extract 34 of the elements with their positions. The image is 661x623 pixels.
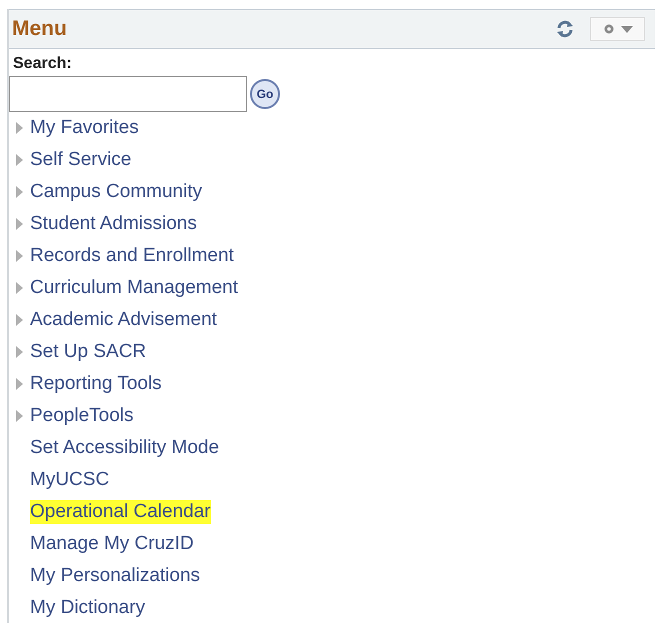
expand-arrow-icon[interactable]	[16, 218, 23, 230]
menu-link[interactable]: My Favorites	[30, 116, 139, 140]
expand-arrow-icon[interactable]	[16, 186, 23, 198]
expand-arrow-icon[interactable]	[16, 346, 23, 358]
expand-arrow-icon[interactable]	[16, 122, 23, 134]
menu-link[interactable]: Reporting Tools	[30, 372, 162, 396]
expand-arrow-icon[interactable]	[16, 282, 23, 294]
settings-button[interactable]	[590, 17, 645, 41]
menu-link[interactable]: Student Admissions	[30, 212, 197, 236]
gear-icon	[602, 23, 614, 35]
expand-arrow-icon[interactable]	[16, 378, 23, 390]
menu-link[interactable]: Set Accessibility Mode	[30, 436, 220, 460]
menu-link[interactable]: Manage My CruzID	[30, 532, 194, 556]
search-label: Search:	[13, 54, 73, 74]
menu-link[interactable]: Academic Advisement	[30, 308, 217, 332]
menu-link[interactable]: My Dictionary	[30, 596, 146, 620]
menu-link[interactable]: My Personalizations	[30, 564, 200, 588]
menu-link[interactable]: Operational Calendar	[30, 500, 211, 524]
expand-arrow-icon[interactable]	[16, 314, 23, 326]
expand-arrow-icon[interactable]	[16, 410, 23, 422]
menu-link[interactable]: MyUCSC	[30, 468, 110, 492]
panel-title: Menu	[12, 16, 67, 42]
menu-link[interactable]: Records and Enrollment	[30, 244, 234, 268]
menu-link[interactable]: Self Service	[30, 148, 132, 172]
go-button[interactable]: Go	[250, 79, 280, 109]
expand-arrow-icon[interactable]	[16, 154, 23, 166]
menu-link[interactable]: Set Up SACR	[30, 340, 146, 364]
menu-link[interactable]: Campus Community	[30, 180, 202, 204]
menu-link[interactable]: PeopleTools	[30, 404, 134, 428]
expand-arrow-icon[interactable]	[16, 250, 23, 262]
search-field[interactable]	[9, 76, 247, 112]
menu-link[interactable]: Curriculum Management	[30, 276, 238, 300]
caret-icon	[620, 26, 632, 32]
refresh-icon[interactable]	[556, 20, 574, 38]
